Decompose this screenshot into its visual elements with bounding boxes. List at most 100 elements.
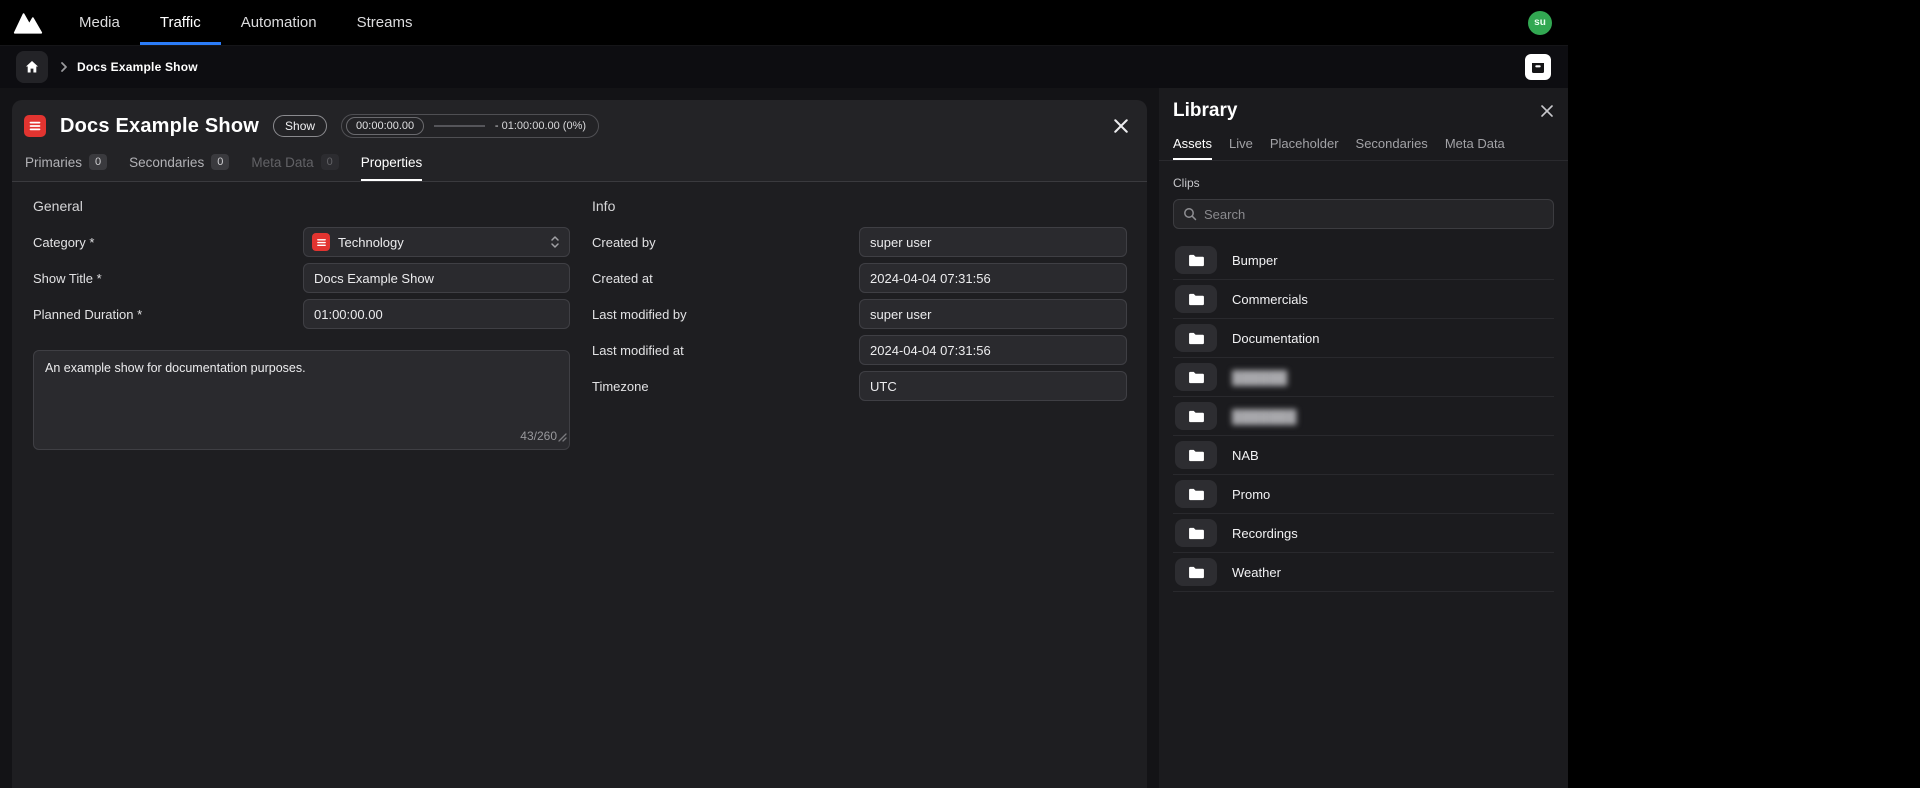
- folder-label: Weather: [1232, 564, 1281, 580]
- folder-list: Bumper Commercials Documentation ██████ …: [1173, 241, 1554, 592]
- category-label: Category *: [33, 234, 95, 250]
- tab-count-badge: 0: [89, 154, 108, 170]
- panel-tabs: Primaries 0 Secondaries 0 Meta Data 0 Pr…: [12, 144, 1147, 181]
- app-window: Media Traffic Automation Streams su Docs…: [0, 0, 1568, 788]
- show-list-icon: [24, 115, 46, 137]
- tab-label: Secondaries: [129, 154, 205, 170]
- show-title-input[interactable]: [303, 263, 570, 293]
- close-icon: [1114, 119, 1128, 133]
- last-modified-at-value[interactable]: [859, 335, 1127, 365]
- folder-label: Promo: [1232, 486, 1271, 502]
- field-row-planned-duration: Planned Duration *: [33, 299, 570, 329]
- progress-track: [434, 125, 485, 127]
- folder-icon[interactable]: [1175, 324, 1217, 352]
- folder-row-commercials[interactable]: Commercials: [1173, 280, 1554, 319]
- timezone-value[interactable]: [859, 371, 1127, 401]
- description-field: An example show for documentation purpos…: [33, 350, 570, 450]
- folder-row-nab[interactable]: NAB: [1173, 436, 1554, 475]
- folder-icon[interactable]: [1175, 402, 1217, 430]
- home-icon: [26, 61, 38, 73]
- clips-section-label: Clips: [1173, 176, 1200, 190]
- user-avatar[interactable]: su: [1528, 10, 1552, 35]
- last-modified-by-label: Last modified by: [592, 306, 687, 322]
- close-icon: [1541, 105, 1553, 117]
- field-row-last-modified-at: Last modified at: [592, 335, 1127, 365]
- planned-duration-input[interactable]: [303, 299, 570, 329]
- library-tab-assets[interactable]: Assets: [1173, 136, 1212, 160]
- tab-properties[interactable]: Properties: [361, 154, 423, 181]
- folder-icon[interactable]: [1175, 480, 1217, 508]
- progress-indicator: 00:00:00.00 - 01:00:00.00 (0%): [341, 114, 600, 138]
- select-chevrons-icon: [549, 234, 561, 250]
- library-tab-live[interactable]: Live: [1229, 136, 1253, 160]
- timezone-label: Timezone: [592, 378, 649, 394]
- tab-count-badge: 0: [320, 154, 339, 170]
- library-tab-placeholder[interactable]: Placeholder: [1270, 136, 1339, 160]
- library-tab-secondaries[interactable]: Secondaries: [1356, 136, 1428, 160]
- tab-label: Properties: [360, 154, 423, 170]
- library-tab-meta-data[interactable]: Meta Data: [1445, 136, 1505, 160]
- panel-title: Docs Example Show: [60, 114, 260, 137]
- folder-row-redacted-2[interactable]: ███████: [1173, 397, 1554, 436]
- tab-label: Meta Data: [251, 154, 314, 170]
- show-panel: Docs Example Show Show 00:00:00.00 - 01:…: [12, 100, 1147, 788]
- planned-duration-label: Planned Duration *: [33, 306, 143, 322]
- folder-icon[interactable]: [1175, 558, 1217, 586]
- created-at-value[interactable]: [859, 263, 1127, 293]
- library-box-icon[interactable]: [1524, 53, 1552, 81]
- folder-row-recordings[interactable]: Recordings: [1173, 514, 1554, 553]
- field-row-created-by: Created by: [592, 227, 1127, 257]
- home-button[interactable]: [16, 51, 48, 83]
- library-tabs: Assets Live Placeholder Secondaries Meta…: [1159, 122, 1568, 161]
- folder-label: ██████: [1232, 369, 1288, 385]
- folder-row-redacted-1[interactable]: ██████: [1173, 358, 1554, 397]
- description-textarea[interactable]: An example show for documentation purpos…: [34, 351, 569, 449]
- tab-label: Primaries: [25, 154, 83, 170]
- nav-media[interactable]: Media: [59, 0, 140, 45]
- show-panel-header: Docs Example Show Show 00:00:00.00 - 01:…: [12, 100, 1147, 182]
- app-logo-icon[interactable]: [0, 0, 59, 45]
- folder-icon[interactable]: [1175, 285, 1217, 313]
- workspace: Docs Example Show Show 00:00:00.00 - 01:…: [0, 88, 1568, 788]
- breadcrumb-bar: Docs Example Show: [0, 46, 1568, 88]
- folder-row-bumper[interactable]: Bumper: [1173, 241, 1554, 280]
- field-row-show-title: Show Title *: [33, 263, 570, 293]
- folder-icon[interactable]: [1175, 363, 1217, 391]
- folder-row-promo[interactable]: Promo: [1173, 475, 1554, 514]
- nav-traffic[interactable]: Traffic: [139, 0, 221, 45]
- folder-label: NAB: [1232, 447, 1259, 463]
- resize-handle-icon[interactable]: [557, 429, 567, 447]
- created-by-value[interactable]: [859, 227, 1127, 257]
- folder-icon[interactable]: [1175, 519, 1217, 547]
- general-heading: General: [33, 198, 83, 214]
- field-row-last-modified-by: Last modified by: [592, 299, 1127, 329]
- last-modified-by-value[interactable]: [859, 299, 1127, 329]
- char-counter: 43/260: [520, 429, 557, 443]
- show-title-label: Show Title *: [33, 270, 102, 286]
- folder-row-documentation[interactable]: Documentation: [1173, 319, 1554, 358]
- folder-row-weather[interactable]: Weather: [1173, 553, 1554, 592]
- nav-streams[interactable]: Streams: [337, 0, 433, 45]
- folder-label: Commercials: [1232, 291, 1308, 307]
- search-input[interactable]: [1204, 206, 1544, 222]
- field-row-created-at: Created at: [592, 263, 1127, 293]
- tab-meta-data: Meta Data 0: [251, 154, 339, 181]
- category-select[interactable]: Technology: [303, 227, 570, 257]
- tab-primaries[interactable]: Primaries 0: [25, 154, 108, 181]
- library-panel: Library Assets Live Placeholder Secondar…: [1159, 88, 1568, 788]
- remaining-time: - 01:00:00.00 (0%): [494, 120, 587, 132]
- info-section: Info Created by Created at Last modified…: [592, 198, 1127, 788]
- field-row-timezone: Timezone: [592, 371, 1127, 401]
- folder-label: Recordings: [1232, 525, 1298, 541]
- nav-automation[interactable]: Automation: [221, 0, 337, 45]
- folder-icon[interactable]: [1175, 441, 1217, 469]
- show-type-badge: Show: [273, 115, 328, 137]
- close-panel-button[interactable]: [1113, 118, 1129, 134]
- close-library-button[interactable]: [1540, 104, 1554, 118]
- folder-label: ███████: [1232, 408, 1297, 424]
- last-modified-at-label: Last modified at: [592, 342, 684, 358]
- folder-icon[interactable]: [1175, 246, 1217, 274]
- library-search: [1173, 199, 1554, 229]
- tab-secondaries[interactable]: Secondaries 0: [129, 154, 230, 181]
- chevron-right-icon: [60, 61, 68, 73]
